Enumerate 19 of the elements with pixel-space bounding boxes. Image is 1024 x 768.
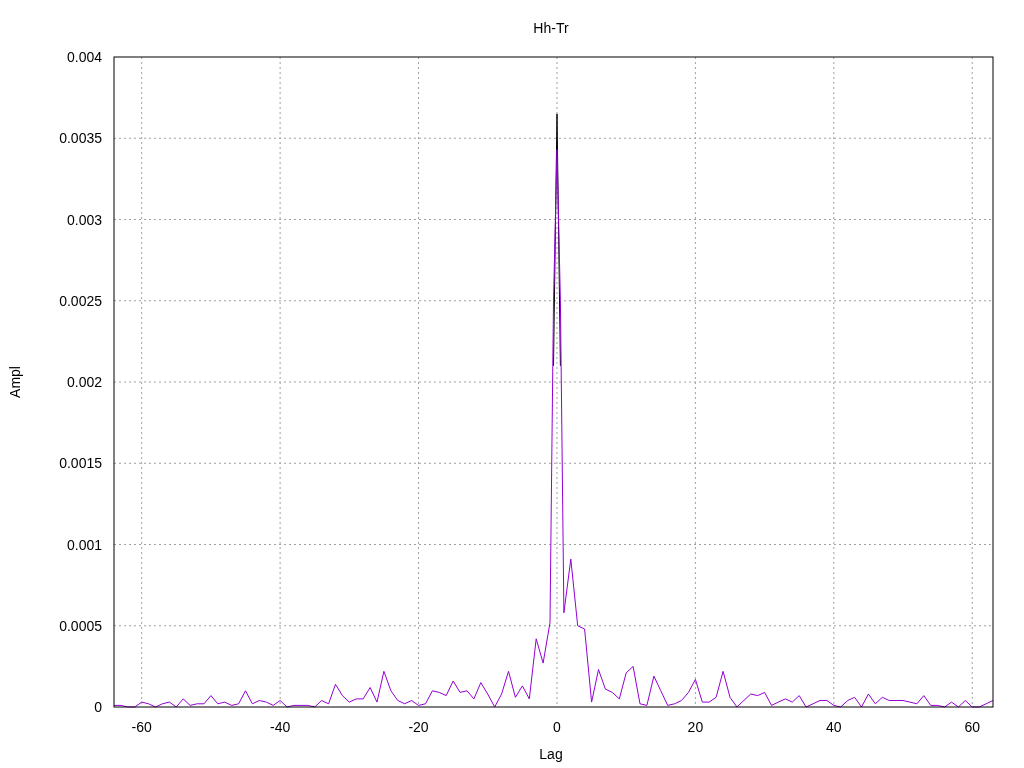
axis-tick-label: 0.004 [66, 49, 102, 65]
axis-tick-label: 0.0015 [59, 455, 102, 472]
chart-title: Hh-Tr [533, 20, 569, 36]
axis-tick-label: 0 [553, 719, 561, 735]
axis-tick-label: -60 [131, 719, 152, 735]
axis-tick-label: 0.003 [66, 211, 102, 228]
axis-tick-label: 0.0005 [59, 617, 102, 634]
axis-tick-label: 0.001 [66, 536, 102, 553]
axis-tick-label: 60 [964, 719, 981, 735]
axis-tick-label: 0.002 [66, 374, 102, 390]
axis-tick-label: -40 [270, 719, 291, 735]
axis-title: Lag [539, 746, 563, 762]
axis-tick-label: -20 [408, 719, 429, 735]
axis-tick-label: 0 [94, 699, 102, 715]
axis-title: Ampl [7, 366, 23, 398]
axis-tick-label: 0.0035 [59, 130, 102, 147]
axis-tick-label: 0.0025 [59, 292, 102, 309]
axis-tick-label: 20 [687, 719, 704, 735]
axis-tick-label: 40 [826, 719, 842, 735]
